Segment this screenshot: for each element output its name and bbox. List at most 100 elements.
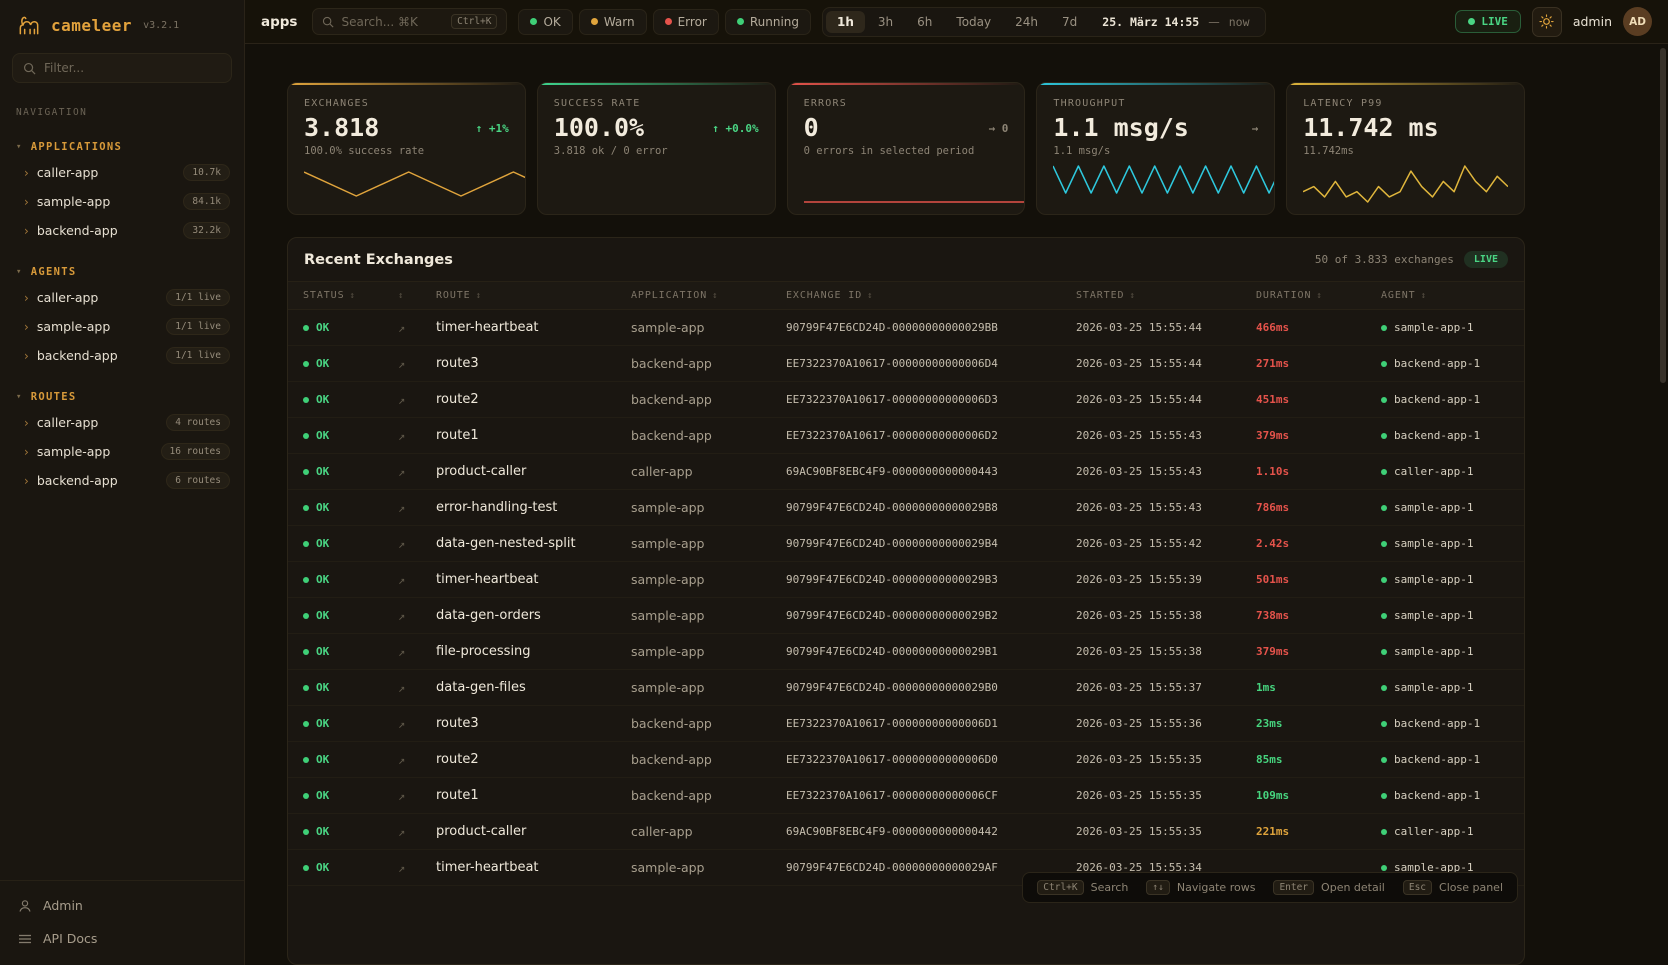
- sidebar-item-caller-app[interactable]: › caller-app 1/1 live: [0, 283, 244, 312]
- agent-status-dot: [1381, 721, 1387, 727]
- stat-delta: → 0: [989, 122, 1009, 135]
- status-cell: OK: [303, 825, 398, 838]
- live-toggle[interactable]: LIVE: [1455, 10, 1521, 33]
- started-cell: 2026-03-25 15:55:37: [1076, 681, 1256, 694]
- open-row-icon[interactable]: ↗: [398, 429, 436, 443]
- table-row[interactable]: OK ↗ error-handling-test sample-app 9079…: [288, 490, 1524, 526]
- filter-chip-ok[interactable]: OK: [518, 9, 572, 35]
- ok-status-dot: [303, 325, 309, 331]
- filter-chip-error[interactable]: Error: [653, 9, 719, 35]
- table-row[interactable]: OK ↗ route3 backend-app EE7322370A10617-…: [288, 706, 1524, 742]
- table-row[interactable]: OK ↗ route2 backend-app EE7322370A10617-…: [288, 742, 1524, 778]
- table-row[interactable]: OK ↗ route2 backend-app EE7322370A10617-…: [288, 382, 1524, 418]
- column-header-status[interactable]: STATUS↕: [303, 290, 398, 301]
- open-row-icon[interactable]: ↗: [398, 393, 436, 407]
- table-row[interactable]: OK ↗ route3 backend-app EE7322370A10617-…: [288, 346, 1524, 382]
- nav-section-header[interactable]: ▾ APPLICATIONS: [0, 136, 244, 158]
- ok-status-dot: [303, 685, 309, 691]
- search-input[interactable]: Search... ⌘K Ctrl+K: [312, 8, 507, 35]
- open-row-icon[interactable]: ↗: [398, 465, 436, 479]
- sidebar-item-label: sample-app: [37, 444, 153, 459]
- stat-accent-bar: [788, 83, 1025, 85]
- open-row-icon[interactable]: ↗: [398, 717, 436, 731]
- sidebar-item-caller-app[interactable]: › caller-app 10.7k: [0, 158, 244, 187]
- sidebar-item-sample-app[interactable]: › sample-app 16 routes: [0, 437, 244, 466]
- open-row-icon[interactable]: ↗: [398, 609, 436, 623]
- duration-cell: 221ms: [1256, 825, 1381, 838]
- table-row[interactable]: OK ↗ data-gen-nested-split sample-app 90…: [288, 526, 1524, 562]
- open-row-icon[interactable]: ↗: [398, 789, 436, 803]
- sparkline: [304, 161, 509, 205]
- table-row[interactable]: OK ↗ data-gen-orders sample-app 90799F47…: [288, 598, 1524, 634]
- open-row-icon[interactable]: ↗: [398, 321, 436, 335]
- time-range-today[interactable]: Today: [945, 11, 1002, 33]
- open-row-icon[interactable]: ↗: [398, 861, 436, 875]
- nav-section-title: AGENTS: [31, 266, 77, 278]
- sidebar-item-badge: 4 routes: [166, 414, 230, 431]
- column-header-duration[interactable]: DURATION↕: [1256, 290, 1381, 301]
- table-row[interactable]: OK ↗ product-caller caller-app 69AC90BF8…: [288, 814, 1524, 850]
- column-header-open[interactable]: ↕: [398, 291, 436, 301]
- column-header-exchange-id[interactable]: EXCHANGE ID↕: [786, 290, 1076, 301]
- sidebar-item-api-docs[interactable]: API Docs: [0, 922, 244, 955]
- status-cell: OK: [303, 501, 398, 514]
- exchange-id-cell: 90799F47E6CD24D-00000000000029B1: [786, 645, 1076, 658]
- table-row[interactable]: OK ↗ timer-heartbeat sample-app 90799F47…: [288, 562, 1524, 598]
- sidebar-item-sample-app[interactable]: › sample-app 1/1 live: [0, 312, 244, 341]
- sidebar-item-admin[interactable]: Admin: [0, 889, 244, 922]
- application-cell: backend-app: [631, 392, 786, 407]
- avatar[interactable]: AD: [1623, 7, 1652, 36]
- sidebar-item-sample-app[interactable]: › sample-app 84.1k: [0, 187, 244, 216]
- filter-chip-running[interactable]: Running: [725, 9, 811, 35]
- route-cell: route3: [436, 716, 631, 731]
- sort-icon: ↕: [712, 291, 718, 301]
- open-row-icon[interactable]: ↗: [398, 645, 436, 659]
- table-body: OK ↗ timer-heartbeat sample-app 90799F47…: [288, 310, 1524, 886]
- sidebar-item-backend-app[interactable]: › backend-app 6 routes: [0, 466, 244, 495]
- filter-chip-warn[interactable]: Warn: [579, 9, 647, 35]
- table-row[interactable]: OK ↗ route1 backend-app EE7322370A10617-…: [288, 778, 1524, 814]
- open-row-icon[interactable]: ↗: [398, 501, 436, 515]
- table-row[interactable]: OK ↗ data-gen-files sample-app 90799F47E…: [288, 670, 1524, 706]
- nav-section-header[interactable]: ▾ AGENTS: [0, 261, 244, 283]
- column-header-started[interactable]: STARTED↕: [1076, 290, 1256, 301]
- open-row-icon[interactable]: ↗: [398, 357, 436, 371]
- table-row[interactable]: OK ↗ product-caller caller-app 69AC90BF8…: [288, 454, 1524, 490]
- time-range-24h[interactable]: 24h: [1004, 11, 1049, 33]
- sidebar-filter-input[interactable]: Filter...: [12, 53, 232, 83]
- open-row-icon[interactable]: ↗: [398, 573, 436, 587]
- sidebar-item-caller-app[interactable]: › caller-app 4 routes: [0, 408, 244, 437]
- admin-link-label: Admin: [43, 898, 83, 913]
- time-range-6h[interactable]: 6h: [906, 11, 943, 33]
- open-row-icon[interactable]: ↗: [398, 825, 436, 839]
- sidebar-item-badge: 1/1 live: [166, 347, 230, 364]
- time-range-3h[interactable]: 3h: [867, 11, 904, 33]
- route-cell: route2: [436, 752, 631, 767]
- open-row-icon[interactable]: ↗: [398, 681, 436, 695]
- started-cell: 2026-03-25 15:55:35: [1076, 753, 1256, 766]
- column-header-agent[interactable]: AGENT↕: [1381, 290, 1524, 301]
- open-row-icon[interactable]: ↗: [398, 537, 436, 551]
- api-docs-link-label: API Docs: [43, 931, 97, 946]
- sidebar-item-backend-app[interactable]: › backend-app 32.2k: [0, 216, 244, 245]
- sparkline: [804, 161, 1009, 205]
- nav-section-header[interactable]: ▾ ROUTES: [0, 386, 244, 408]
- time-range-7d[interactable]: 7d: [1051, 11, 1088, 33]
- sparkline-svg: [804, 161, 1026, 205]
- table-row[interactable]: OK ↗ route1 backend-app EE7322370A10617-…: [288, 418, 1524, 454]
- column-header-route[interactable]: ROUTE↕: [436, 290, 631, 301]
- time-range-1h[interactable]: 1h: [826, 11, 865, 33]
- sidebar-item-backend-app[interactable]: › backend-app 1/1 live: [0, 341, 244, 370]
- table-row[interactable]: OK ↗ file-processing sample-app 90799F47…: [288, 634, 1524, 670]
- table-row[interactable]: OK ↗ timer-heartbeat sample-app 90799F47…: [288, 310, 1524, 346]
- open-row-icon[interactable]: ↗: [398, 753, 436, 767]
- sort-icon: ↕: [1129, 291, 1135, 301]
- theme-toggle-button[interactable]: [1532, 7, 1562, 37]
- agent-status-dot: [1381, 757, 1387, 763]
- window-scrollbar[interactable]: [1660, 48, 1666, 383]
- sparkline-svg: [1053, 161, 1275, 205]
- duration-cell: 271ms: [1256, 357, 1381, 370]
- agent-cell: sample-app-1: [1381, 645, 1524, 658]
- user-name: admin: [1573, 14, 1612, 29]
- column-header-application[interactable]: APPLICATION↕: [631, 290, 786, 301]
